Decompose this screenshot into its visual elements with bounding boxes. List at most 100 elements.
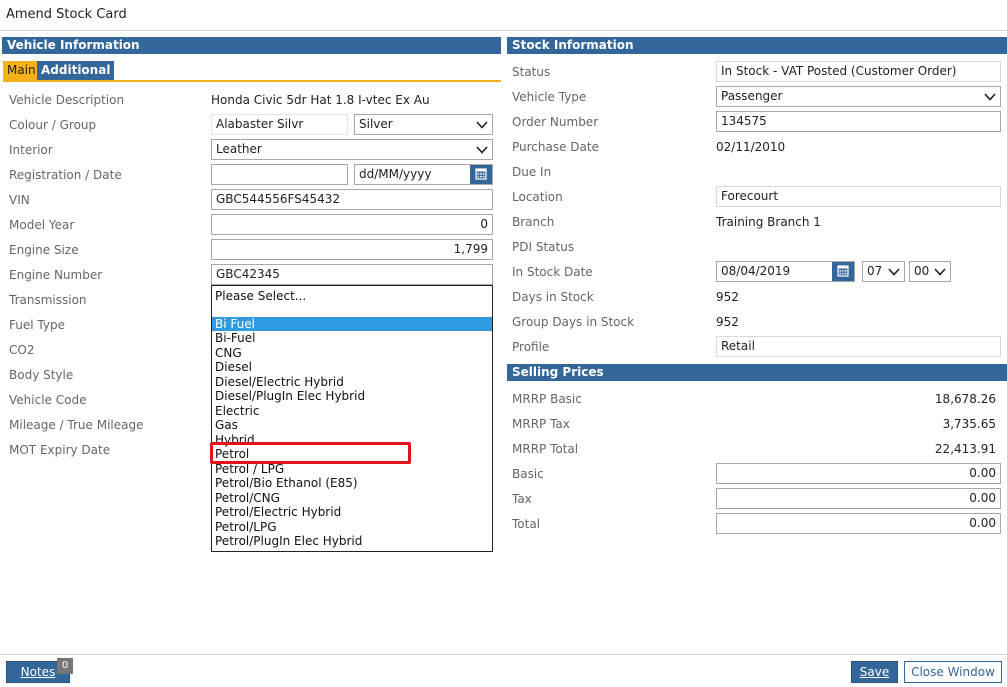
model-year-input[interactable]: 0 bbox=[211, 214, 493, 235]
tab-additional[interactable]: Additional bbox=[37, 61, 115, 80]
fuel-option-highlighted[interactable]: Bi Fuel bbox=[212, 317, 492, 331]
in-stock-date-input[interactable]: 08/04/2019 bbox=[716, 261, 855, 282]
in-stock-minute-select[interactable]: 00 bbox=[909, 261, 951, 282]
tax-price-input[interactable]: 0.00 bbox=[716, 488, 1001, 509]
fuel-option[interactable]: Petrol/Electric Hybrid bbox=[215, 505, 341, 519]
label-interior: Interior bbox=[9, 143, 53, 157]
location-field[interactable]: Forecourt bbox=[716, 186, 1001, 207]
interior-select[interactable]: Leather bbox=[211, 139, 493, 160]
label-vehicle-code: Vehicle Code bbox=[9, 393, 87, 407]
chevron-down-icon bbox=[476, 121, 488, 129]
close-window-label: Close Window bbox=[911, 665, 995, 679]
purchase-date-value: 02/11/2010 bbox=[716, 140, 786, 154]
registration-input[interactable] bbox=[211, 164, 348, 185]
vehicle-type-select[interactable]: Passenger bbox=[716, 86, 1001, 107]
status-field: In Stock - VAT Posted (Customer Order) bbox=[716, 61, 1001, 82]
chevron-down-icon bbox=[934, 268, 946, 276]
label-registration-date: Registration / Date bbox=[9, 168, 122, 182]
annotation-highlight-box bbox=[210, 442, 411, 464]
colour-group-select[interactable]: Silver bbox=[354, 114, 493, 135]
fuel-option[interactable]: Petrol / LPG bbox=[215, 462, 284, 476]
label-engine-number: Engine Number bbox=[9, 268, 103, 282]
label-model-year: Model Year bbox=[9, 218, 75, 232]
label-vehicle-type: Vehicle Type bbox=[512, 90, 587, 104]
label-basic: Basic bbox=[512, 467, 544, 481]
fuel-option[interactable]: Diesel/PlugIn Elec Hybrid bbox=[215, 389, 365, 403]
notes-count-badge: 0 bbox=[57, 658, 73, 674]
registration-date-input[interactable]: dd/MM/yyyy bbox=[354, 164, 493, 185]
label-days-in-stock: Days in Stock bbox=[512, 290, 594, 304]
label-branch: Branch bbox=[512, 215, 555, 229]
fuel-option[interactable]: Diesel bbox=[215, 360, 252, 374]
fuel-option[interactable]: Bi-Fuel bbox=[215, 331, 255, 345]
colour-name-input[interactable]: Alabaster Silvr bbox=[211, 114, 348, 135]
fuel-type-dropdown[interactable]: Please Select... Bi Fuel Bi-Fuel CNG Die… bbox=[211, 285, 493, 552]
save-button[interactable]: Save bbox=[851, 661, 898, 683]
chevron-down-icon bbox=[888, 268, 900, 276]
calendar-icon[interactable] bbox=[832, 262, 854, 281]
label-in-stock-date: In Stock Date bbox=[512, 265, 593, 279]
engine-number-input[interactable]: GBC42345 bbox=[211, 264, 493, 285]
minute-value: 00 bbox=[914, 264, 930, 278]
profile-field[interactable]: Retail bbox=[716, 336, 1001, 357]
fuel-option[interactable]: Petrol/LPG bbox=[215, 520, 277, 534]
label-profile: Profile bbox=[512, 340, 550, 354]
mrrp-basic-value: 18,678.26 bbox=[934, 392, 996, 406]
tab-main[interactable]: Main bbox=[3, 61, 40, 80]
vehicle-description-value: Honda Civic 5dr Hat 1.8 I-vtec Ex Au bbox=[211, 93, 430, 107]
label-mrrp-tax: MRRP Tax bbox=[512, 417, 570, 431]
label-group-days-in-stock: Group Days in Stock bbox=[512, 315, 635, 329]
notes-label: Notes bbox=[20, 665, 56, 679]
fuel-option-please-select[interactable]: Please Select... bbox=[215, 289, 306, 303]
mrrp-total-value: 22,413.91 bbox=[934, 442, 996, 456]
fuel-option[interactable]: CNG bbox=[215, 346, 242, 360]
vin-input[interactable]: GBC544556FS45432 bbox=[211, 189, 493, 210]
label-order-number: Order Number bbox=[512, 115, 599, 129]
branch-value: Training Branch 1 bbox=[716, 215, 821, 229]
hour-value: 07 bbox=[867, 264, 883, 278]
fuel-option[interactable]: Electric bbox=[215, 404, 259, 418]
chevron-down-icon bbox=[984, 93, 996, 101]
label-colour-group: Colour / Group bbox=[9, 118, 97, 132]
stock-information-header: Stock Information bbox=[507, 37, 1007, 54]
label-mrrp-basic: MRRP Basic bbox=[512, 392, 582, 406]
fuel-option[interactable]: Petrol/CNG bbox=[215, 491, 280, 505]
engine-size-input[interactable]: 1,799 bbox=[211, 239, 493, 260]
vehicle-information-header: Vehicle Information bbox=[2, 37, 501, 54]
mrrp-tax-value: 3,735.65 bbox=[942, 417, 996, 431]
group-days-in-stock-value: 952 bbox=[716, 315, 739, 329]
label-vehicle-description: Vehicle Description bbox=[9, 93, 125, 107]
label-engine-size: Engine Size bbox=[9, 243, 79, 257]
order-number-input[interactable]: 134575 bbox=[716, 111, 1001, 132]
selling-prices-header: Selling Prices bbox=[507, 364, 1007, 381]
colour-group-value: Silver bbox=[359, 117, 393, 131]
fuel-option[interactable]: Petrol/PlugIn Elec Hybrid bbox=[215, 534, 362, 548]
interior-value: Leather bbox=[216, 142, 262, 156]
label-transmission: Transmission bbox=[9, 293, 87, 307]
label-pdi-status: PDI Status bbox=[512, 240, 575, 254]
chevron-down-icon bbox=[476, 146, 488, 154]
total-price-input[interactable]: 0.00 bbox=[716, 513, 1001, 534]
title-divider bbox=[0, 30, 1007, 31]
label-tax: Tax bbox=[512, 492, 532, 506]
basic-price-input[interactable]: 0.00 bbox=[716, 463, 1001, 484]
window-title: Amend Stock Card bbox=[6, 7, 127, 22]
fuel-option[interactable]: Gas bbox=[215, 418, 238, 432]
date-placeholder: dd/MM/yyyy bbox=[359, 167, 432, 181]
label-body-style: Body Style bbox=[9, 368, 74, 382]
save-label: Save bbox=[859, 665, 890, 679]
label-mot-expiry: MOT Expiry Date bbox=[9, 443, 111, 457]
vehicle-type-value: Passenger bbox=[721, 89, 783, 103]
footer-divider bbox=[0, 654, 1007, 655]
label-co2: CO2 bbox=[9, 343, 35, 357]
tab-underline bbox=[3, 80, 501, 82]
label-mrrp-total: MRRP Total bbox=[512, 442, 579, 456]
label-due-in: Due In bbox=[512, 165, 552, 179]
days-in-stock-value: 952 bbox=[716, 290, 739, 304]
in-stock-hour-select[interactable]: 07 bbox=[862, 261, 905, 282]
close-window-button[interactable]: Close Window bbox=[904, 661, 1002, 683]
fuel-option[interactable]: Petrol/Bio Ethanol (E85) bbox=[215, 476, 358, 490]
fuel-option[interactable]: Diesel/Electric Hybrid bbox=[215, 375, 344, 389]
label-vin: VIN bbox=[9, 193, 30, 207]
calendar-icon[interactable] bbox=[470, 165, 492, 184]
